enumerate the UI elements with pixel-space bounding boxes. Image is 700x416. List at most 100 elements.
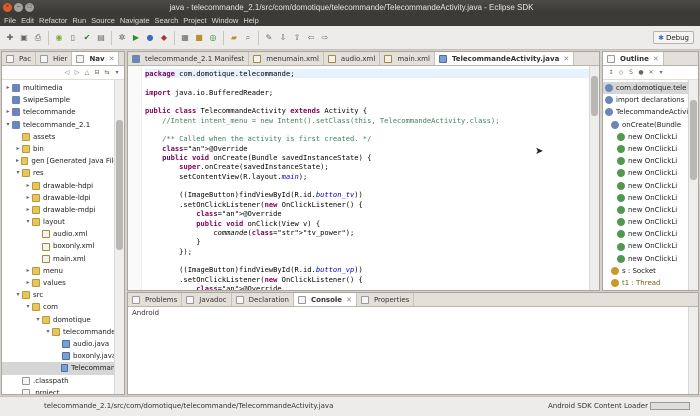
expand-icon[interactable]: ▸ — [14, 143, 22, 155]
outline-scrollbar[interactable] — [688, 80, 698, 290]
print-icon[interactable]: ⎙ — [32, 32, 44, 44]
tree-item[interactable]: .classpath — [2, 375, 124, 387]
editor-scroll-thumb[interactable] — [591, 76, 598, 116]
editor-tab[interactable]: audio.xml — [324, 52, 381, 65]
close-window-icon[interactable]: × — [3, 2, 12, 12]
expand-icon[interactable]: ▸ — [4, 82, 12, 94]
outline-item[interactable]: onCreate(Bundle — [603, 119, 698, 131]
collapse-icon[interactable]: ▾ — [44, 326, 52, 338]
menu-run[interactable]: Run — [72, 16, 86, 25]
outline-item[interactable]: new OnClickLi — [603, 192, 698, 204]
coverage-icon[interactable]: ● — [144, 32, 156, 44]
expand-icon[interactable]: ▸ — [24, 204, 32, 216]
avd-manager-icon[interactable]: ▯ — [67, 32, 79, 44]
collapse-icon[interactable]: ▾ — [4, 119, 12, 131]
search-icon[interactable]: ⌕ — [242, 32, 254, 44]
new-class-icon[interactable]: ◎ — [207, 32, 219, 44]
menu-search[interactable]: Search — [155, 16, 179, 25]
outline-item[interactable]: new OnClickLi — [603, 240, 698, 252]
up-nav-icon[interactable]: △ — [83, 69, 91, 77]
editor-tab[interactable]: main.xml — [380, 52, 435, 65]
open-type-icon[interactable]: ▰ — [228, 32, 240, 44]
outline-item[interactable]: new OnClickLi — [603, 180, 698, 192]
tree-item[interactable]: boxonly.xml — [2, 240, 124, 252]
tab-outline[interactable]: Outline ✕ — [603, 52, 664, 65]
new-package-icon[interactable]: ■ — [193, 32, 205, 44]
menu-window[interactable]: Window — [212, 16, 239, 25]
outline-item[interactable]: s : Socket — [603, 265, 698, 277]
collapse-icon[interactable]: ▾ — [24, 216, 32, 228]
save-icon[interactable]: ▣ — [18, 32, 30, 44]
external-tools-icon[interactable]: ◆ — [158, 32, 170, 44]
maximize-window-icon[interactable]: □ — [25, 2, 34, 12]
forward-icon[interactable]: ⇨ — [319, 32, 331, 44]
menu-source[interactable]: Source — [91, 16, 115, 25]
hide-fields-icon[interactable]: ◇ — [617, 69, 625, 77]
sort-icon[interactable]: ↕ — [607, 69, 615, 77]
view-menu-icon[interactable]: ▾ — [657, 69, 665, 77]
outline-item[interactable]: new OnClickLi — [603, 216, 698, 228]
collapse-icon[interactable]: ▾ — [34, 314, 42, 326]
code-editor[interactable]: package com.domotique.telecommande; impo… — [128, 66, 599, 290]
console-scrollbar[interactable] — [688, 307, 698, 394]
tree-item[interactable]: ▾ telecommande_2.1 — [2, 119, 124, 131]
back-icon[interactable]: ⇦ — [305, 32, 317, 44]
tree-item[interactable]: Telecommande — [2, 362, 124, 375]
android-sdk-icon[interactable]: ◉ — [53, 32, 65, 44]
menu-edit[interactable]: Edit — [21, 16, 34, 25]
tree-item[interactable]: SwipeSample — [2, 94, 124, 106]
tree-item[interactable]: ▸ bin — [2, 143, 124, 155]
xml-icon[interactable]: ▤ — [95, 32, 107, 44]
close-icon[interactable]: ✕ — [653, 55, 659, 63]
tree-item[interactable]: ▸ drawable-mdpi — [2, 204, 124, 216]
run-icon[interactable]: ▶ — [130, 32, 142, 44]
hide-local-types-icon[interactable]: ✕ — [647, 69, 655, 77]
close-icon[interactable]: ✕ — [346, 296, 352, 304]
expand-icon[interactable]: ▸ — [4, 106, 12, 118]
new-java-project-icon[interactable]: ▦ — [179, 32, 191, 44]
view-menu-icon[interactable]: ▾ — [113, 69, 121, 77]
expand-icon[interactable]: ▸ — [24, 277, 32, 289]
tree-item[interactable]: main.xml — [2, 253, 124, 265]
tree-item[interactable]: audio.java — [2, 338, 124, 350]
tab-pac[interactable]: Pac — [2, 52, 37, 65]
previous-annotation-icon[interactable]: ⇧ — [291, 32, 303, 44]
tree-item[interactable]: audio.xml — [2, 228, 124, 240]
navigator-scrollbar[interactable] — [114, 80, 124, 394]
outline-item[interactable]: com.domotique.tele — [603, 82, 698, 95]
tree-item[interactable]: assets — [2, 131, 124, 143]
outline-item[interactable]: t1 : Thread — [603, 277, 698, 289]
menu-project[interactable]: Project — [183, 16, 206, 25]
tree-item[interactable]: ▸ menu — [2, 265, 124, 277]
outline-item[interactable]: new OnClickLi — [603, 204, 698, 216]
tree-item[interactable]: ▸ telecommande — [2, 106, 124, 118]
next-annotation-icon[interactable]: ⇩ — [277, 32, 289, 44]
outline-item[interactable]: new OnClickLi — [603, 131, 698, 143]
outline-item[interactable]: new OnClickLi — [603, 143, 698, 155]
tree-item[interactable]: ▾ domotique — [2, 314, 124, 326]
tree-item[interactable]: ▾ layout — [2, 216, 124, 228]
tree-item[interactable]: ▾ telecommande — [2, 326, 124, 338]
outline-item[interactable]: new OnClickLi — [603, 155, 698, 167]
outline-item[interactable]: new OnClickLi — [603, 228, 698, 240]
tab-hier[interactable]: Hier — [36, 52, 73, 65]
editor-tab[interactable]: telecommande_2.1 Manifest — [128, 52, 250, 65]
outline-scroll-thumb[interactable] — [690, 100, 697, 180]
expand-icon[interactable]: ▸ — [24, 192, 32, 204]
tree-item[interactable]: ▸ values — [2, 277, 124, 289]
expand-icon[interactable]: ▸ — [14, 155, 21, 167]
tree-item[interactable]: ▾ res — [2, 167, 124, 179]
hide-static-icon[interactable]: S — [627, 69, 635, 77]
debug-run-icon[interactable]: ✲ — [116, 32, 128, 44]
tree-item[interactable]: .project — [2, 387, 124, 394]
back-nav-icon[interactable]: ◁ — [63, 69, 71, 77]
new-icon[interactable]: ✚ — [4, 32, 16, 44]
forward-nav-icon[interactable]: ▷ — [73, 69, 81, 77]
outline-item[interactable]: import declarations — [603, 94, 698, 106]
tree-item[interactable]: ▸ multimedia — [2, 82, 124, 94]
collapse-icon[interactable]: ▾ — [14, 289, 22, 301]
editor-tab[interactable]: menumain.xml — [249, 52, 324, 65]
tab-problems[interactable]: Problems — [128, 293, 183, 306]
collapse-icon[interactable]: ▾ — [14, 167, 22, 179]
tree-item[interactable]: ▸ drawable-ldpi — [2, 192, 124, 204]
